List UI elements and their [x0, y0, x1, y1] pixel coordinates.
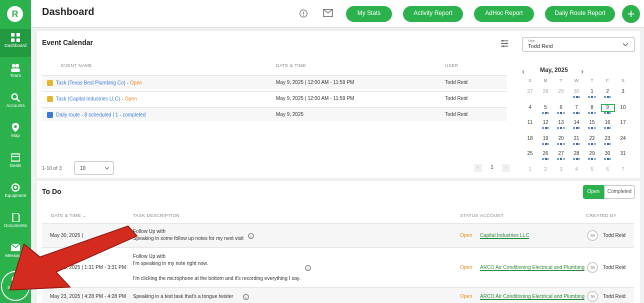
- annotation-arrow: [9, 225, 138, 291]
